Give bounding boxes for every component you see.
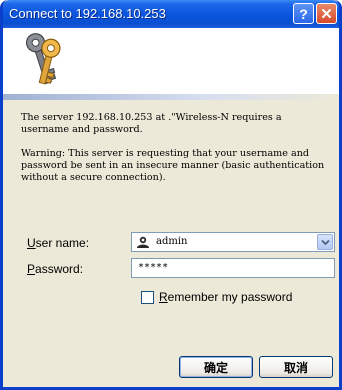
user-icon (137, 236, 149, 248)
username-dropdown-button[interactable] (317, 234, 333, 250)
username-combobox[interactable]: admin (131, 232, 335, 252)
ok-button[interactable]: 确定 (179, 356, 253, 378)
login-dialog: Connect to 192.168.10.253 ? ✕ The server… (0, 0, 342, 390)
password-label-accesskey: P (27, 262, 36, 276)
keys-icon (25, 33, 61, 85)
title-bar[interactable]: Connect to 192.168.10.253 ? ✕ (3, 0, 339, 28)
password-input[interactable]: ***** (131, 258, 335, 278)
warning-text: Warning: This server is requesting that … (21, 148, 325, 183)
help-icon: ? (299, 5, 308, 22)
cancel-button[interactable]: 取消 (259, 356, 333, 378)
remember-label-accesskey: R (159, 290, 168, 304)
remember-label-text: emember my password (167, 290, 293, 304)
username-label-text: ser name: (35, 236, 90, 250)
close-button[interactable]: ✕ (316, 3, 337, 24)
intro-text: The server 192.168.10.253 at ."Wireless-… (21, 112, 282, 135)
remember-password-checkbox[interactable] (141, 291, 154, 304)
username-label: User name: (27, 236, 89, 250)
password-label: Password: (27, 262, 83, 276)
username-value: admin (156, 236, 188, 247)
banner-strip (3, 94, 339, 100)
username-label-accesskey: U (27, 236, 36, 250)
close-icon: ✕ (320, 5, 333, 23)
chevron-down-icon (320, 239, 330, 245)
message-area: The server 192.168.10.253 at ."Wireless-… (21, 112, 326, 184)
password-label-text: assword: (35, 262, 84, 276)
help-button[interactable]: ? (293, 3, 314, 24)
remember-password-label[interactable]: Remember my password (159, 290, 292, 304)
window-title: Connect to 192.168.10.253 (9, 6, 166, 21)
